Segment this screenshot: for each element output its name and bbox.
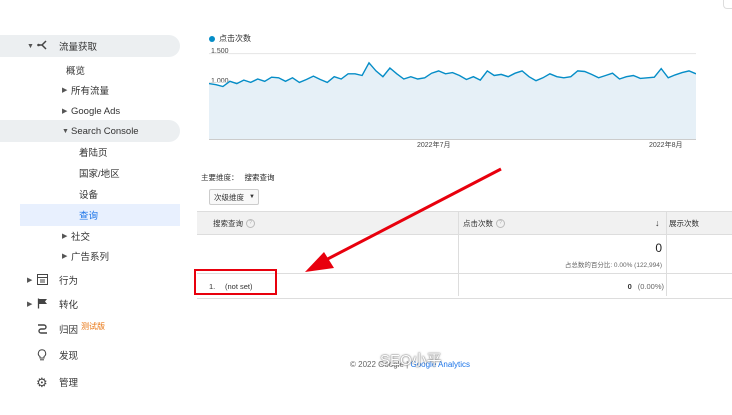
flag-icon (37, 298, 48, 312)
nav-queries[interactable]: 查询 (20, 204, 180, 226)
column-divider (458, 211, 459, 296)
highlight-box (194, 269, 277, 295)
dropdown-arrow-icon: ▼ (249, 194, 255, 200)
nav-campaigns-label: 广告系列 (71, 252, 110, 263)
nav-landing-pages[interactable]: 着陆页 (0, 141, 187, 163)
nav-social[interactable]: ▶ 社交 (0, 225, 187, 247)
col-header-clicks-label: 点击次数 (463, 218, 493, 228)
nav-social-label: 社交 (71, 232, 91, 243)
nav-queries-label: 查询 (79, 211, 99, 222)
legend-label: 点击次数 (219, 34, 251, 43)
nav-acquisition[interactable]: ▼ 流量获取 (0, 35, 180, 57)
sort-desc-icon[interactable]: ↓ (655, 212, 660, 234)
nav-conversions-label: 转化 (59, 300, 79, 311)
nav-devices-label: 设备 (79, 190, 99, 201)
totals-row: 0 占总数的百分比: 0.00% (122,994) (197, 235, 732, 274)
caret-right-icon: ▶ (62, 87, 68, 94)
legend-dot (209, 35, 215, 42)
nav-discover-label: 发现 (59, 351, 79, 362)
caret-right-icon: ▶ (27, 301, 33, 308)
nav-overview[interactable]: 概览 (0, 59, 187, 81)
beta-badge: 测试版 (81, 322, 106, 331)
total-percent: 占总数的百分比: 0.00% (122,994) (564, 262, 662, 269)
caret-down-icon: ▼ (27, 42, 34, 50)
table-header: 搜索查询? 点击次数? ↓ 展示次数 (197, 212, 732, 235)
attribution-icon (37, 323, 48, 337)
primary-dimension-label: 主要维度： (201, 173, 239, 182)
nav-attribution-label: 归因 测试版 (59, 322, 105, 336)
window-corner (723, 0, 732, 9)
caret-right-icon: ▶ (62, 108, 68, 115)
caret-right-icon: ▶ (62, 253, 68, 260)
report-area: 点击次数 1.500 1.000 500 2022年7月 2022年8月 主要维… (197, 0, 732, 415)
chart-legend: 点击次数 (209, 33, 251, 44)
row-clicks-percent: (0.00%) (637, 281, 664, 291)
col-header-query-label: 搜索查询 (213, 218, 243, 228)
nav-admin-label: 管理 (59, 378, 79, 389)
caret-down-icon: ▼ (62, 127, 69, 135)
column-divider (666, 211, 667, 296)
nav-acquisition-label: 流量获取 (59, 42, 98, 53)
nav-attribution[interactable]: 归因 测试版 (0, 318, 187, 340)
nav-behavior[interactable]: ▶ 行为 (0, 269, 187, 291)
nav-google-ads-label: Google Ads (71, 105, 121, 117)
nav-discover[interactable]: 发现 (0, 344, 187, 366)
row-clicks: 0 (0.00%) (628, 274, 664, 298)
caret-right-icon: ▶ (27, 277, 33, 284)
nav-countries[interactable]: 国家/地区 (0, 162, 187, 184)
nav-behavior-label: 行为 (59, 276, 79, 287)
gear-icon: ⚙ (36, 375, 48, 390)
col-header-query[interactable]: 搜索查询? (213, 212, 255, 234)
lightbulb-icon (37, 349, 47, 364)
series-area (209, 62, 696, 140)
secondary-dimension-label: 次级维度 (214, 192, 244, 202)
nav-search-console[interactable]: ▼ Search Console (0, 120, 180, 142)
nav-attribution-text: 归因 (59, 325, 79, 336)
acquisition-icon (37, 39, 49, 54)
row-clicks-value: 0 (627, 281, 632, 291)
x-tick-label: 2022年7月 (417, 142, 451, 149)
nav-all-traffic[interactable]: ▶ 所有流量 (0, 79, 187, 101)
caret-right-icon: ▶ (62, 233, 68, 240)
primary-dimension-value[interactable]: 搜索查询 (245, 173, 275, 182)
table-row[interactable]: 1. (not set) 0 (0.00%) (197, 274, 732, 299)
nav-devices[interactable]: 设备 (0, 183, 187, 205)
nav-countries-label: 国家/地区 (79, 169, 120, 180)
secondary-dimension-button[interactable]: 次级维度 ▼ (209, 189, 259, 205)
primary-dimension: 主要维度： 搜索查询 (201, 172, 275, 183)
nav-all-traffic-label: 所有流量 (71, 86, 110, 97)
nav-landing-pages-label: 着陆页 (79, 148, 108, 159)
help-icon[interactable]: ? (246, 218, 255, 228)
nav-search-console-label: Search Console (71, 125, 139, 137)
col-header-clicks[interactable]: 点击次数? (463, 212, 505, 234)
nav-overview-label: 概览 (66, 66, 86, 77)
col-header-impressions[interactable]: 展示次数 (669, 212, 699, 234)
total-clicks: 0 (655, 241, 662, 255)
watermark: SEO小平 (380, 352, 442, 369)
nav-google-ads[interactable]: ▶ Google Ads (0, 100, 187, 122)
nav-conversions[interactable]: ▶ 转化 (0, 293, 187, 315)
behavior-icon (37, 274, 48, 288)
nav-campaigns[interactable]: ▶ 广告系列 (0, 245, 187, 267)
col-header-impressions-label: 展示次数 (669, 218, 699, 228)
report-table: 搜索查询? 点击次数? ↓ 展示次数 0 占总数的百分比: 0.00% (122… (197, 211, 732, 299)
sidebar: ▼ 流量获取 概览 ▶ 所有流量 ▶ Google Ads ▼ Search C… (0, 0, 187, 415)
nav-admin[interactable]: ⚙ 管理 (0, 371, 187, 393)
clicks-line-chart (209, 53, 696, 140)
help-icon[interactable]: ? (496, 218, 505, 228)
x-tick-label: 2022年8月 (649, 142, 683, 149)
